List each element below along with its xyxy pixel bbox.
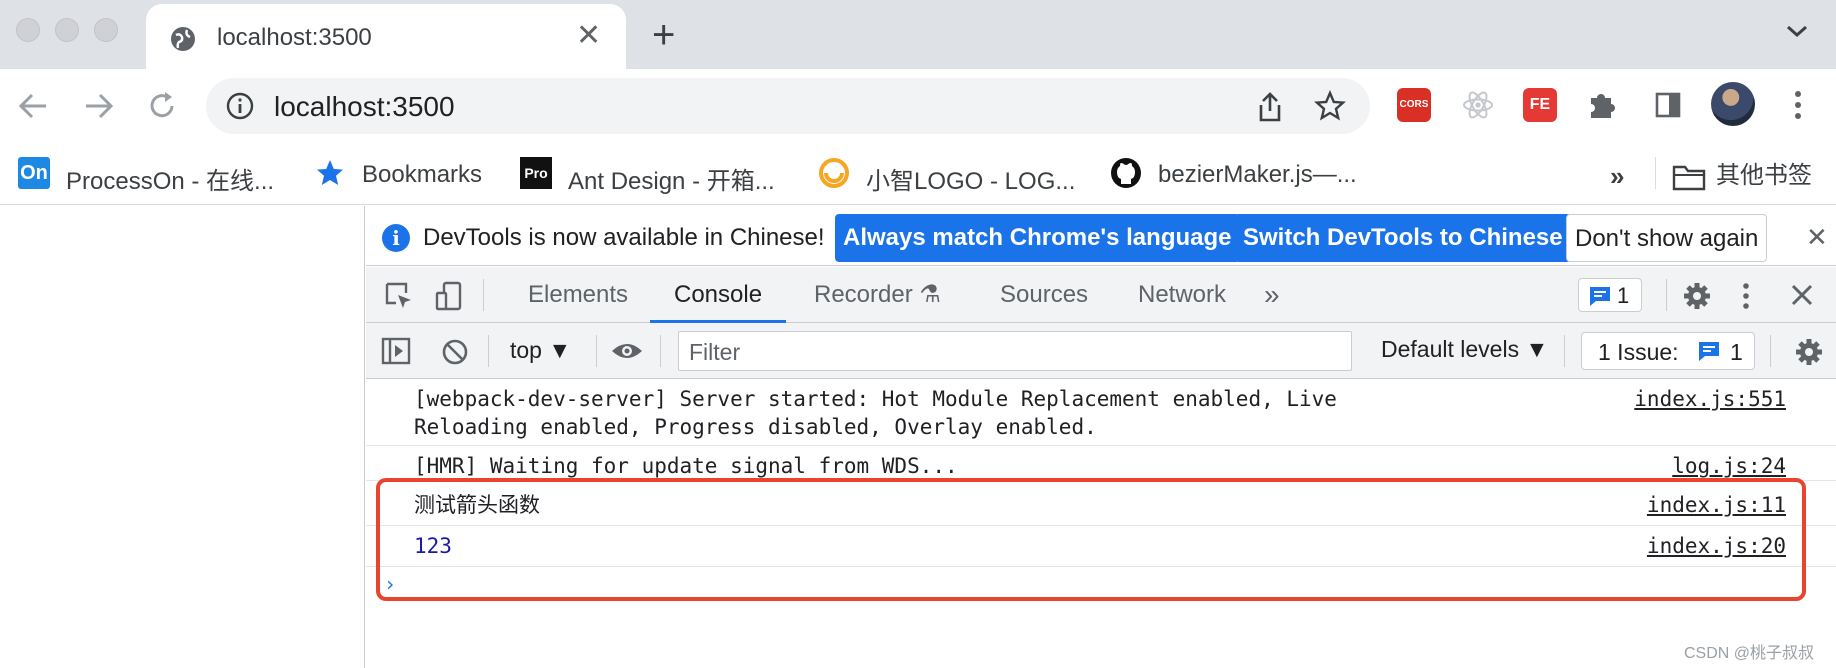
chrome-menu-icon[interactable]	[1792, 89, 1804, 121]
new-tab-button[interactable]: +	[652, 12, 675, 58]
share-icon[interactable]	[1256, 91, 1284, 123]
settings-gear-icon[interactable]	[1682, 281, 1712, 311]
star-icon	[317, 160, 343, 185]
watermark: CSDN @桃子叔叔	[1684, 645, 1815, 662]
fe-helper-icon[interactable]: FE	[1523, 88, 1557, 122]
clear-console-icon[interactable]	[440, 337, 470, 367]
close-window-button[interactable]	[16, 18, 40, 42]
context-selector[interactable]: top ▼	[510, 337, 571, 364]
close-devtools-icon[interactable]	[1788, 281, 1816, 309]
logo-icon	[819, 158, 849, 188]
source-link[interactable]: log.js:24	[1672, 452, 1786, 480]
live-expression-eye-icon[interactable]	[610, 337, 644, 365]
tab-recorder[interactable]: Recorder ⚗	[812, 267, 943, 323]
bookmark-star-icon[interactable]	[1314, 90, 1346, 122]
site-info-icon[interactable]	[226, 92, 254, 120]
language-infobar: i DevTools is now available in Chinese! …	[366, 206, 1836, 266]
other-bookmarks-label: 其他书签	[1716, 162, 1812, 189]
browser-tab[interactable]: localhost:3500 ✕	[146, 4, 626, 69]
pro-icon: Pro	[520, 157, 552, 189]
info-icon: i	[382, 224, 410, 252]
reload-icon[interactable]	[145, 89, 179, 123]
issue-count: 1	[1617, 283, 1630, 308]
tab-sources[interactable]: Sources	[998, 267, 1090, 323]
issues-button[interactable]: 1 Issue: 1	[1581, 332, 1755, 370]
zoom-window-button[interactable]	[94, 18, 118, 42]
react-devtools-icon[interactable]	[1461, 88, 1495, 122]
message-icon	[1590, 287, 1610, 306]
more-bookmarks-button[interactable]: »	[1610, 161, 1624, 192]
message-icon	[1699, 342, 1719, 361]
cors-extension-icon[interactable]: CORS	[1397, 88, 1431, 122]
console-message: [HMR] Waiting for update signal from WDS…	[366, 447, 1836, 481]
bookmarks-bar: On ProcessOn - 在线... Bookmarks Pro Ant D…	[0, 143, 1836, 205]
back-arrow-icon[interactable]	[16, 89, 50, 123]
divider	[1770, 335, 1771, 367]
devtools-tab-bar: Elements Console Recorder ⚗ Sources Netw…	[366, 267, 1836, 323]
source-link[interactable]: index.js:551	[1634, 385, 1786, 413]
device-toolbar-icon[interactable]	[434, 281, 464, 311]
filter-placeholder: Filter	[689, 339, 741, 365]
more-tabs-button[interactable]: »	[1264, 267, 1280, 323]
log-text: [HMR] Waiting for update signal from WDS…	[414, 454, 958, 478]
divider	[660, 335, 661, 367]
browser-toolbar: localhost:3500 CORS FE	[0, 69, 1836, 143]
extensions-puzzle-icon[interactable]	[1585, 88, 1619, 122]
tab-console[interactable]: Console	[672, 267, 764, 323]
switch-to-chinese-button[interactable]: Switch DevTools to Chinese	[1235, 214, 1571, 262]
console-settings-gear-icon[interactable]	[1794, 337, 1824, 367]
globe-icon	[171, 27, 195, 51]
forward-arrow-icon[interactable]	[82, 89, 116, 123]
log-levels-dropdown[interactable]: Default levels ▼	[1381, 336, 1548, 363]
log-text: [webpack-dev-server] Server started: Hot…	[414, 387, 1337, 439]
infobar-message: DevTools is now available in Chinese!	[423, 224, 825, 251]
dont-show-again-button[interactable]: Don't show again	[1566, 214, 1768, 262]
page-content	[0, 206, 365, 668]
tab-network[interactable]: Network	[1136, 267, 1228, 323]
inspect-element-icon[interactable]	[384, 281, 414, 311]
address-bar[interactable]: localhost:3500	[206, 78, 1370, 134]
divider	[1655, 157, 1656, 189]
side-panel-icon[interactable]	[1651, 88, 1685, 122]
divider	[1666, 279, 1667, 311]
tab-title: localhost:3500	[217, 24, 372, 51]
always-match-language-button[interactable]: Always match Chrome's language	[835, 214, 1240, 262]
console-message: [webpack-dev-server] Server started: Hot…	[366, 380, 1836, 446]
divider	[488, 335, 489, 367]
tab-strip: localhost:3500 ✕ +	[0, 0, 1836, 69]
show-sidebar-icon[interactable]	[381, 337, 411, 365]
divider	[1564, 335, 1565, 367]
highlight-annotation	[376, 478, 1806, 601]
profile-avatar[interactable]	[1711, 82, 1755, 126]
url-text[interactable]: localhost:3500	[274, 91, 455, 123]
more-options-icon[interactable]	[1740, 281, 1752, 311]
folder-icon	[1672, 165, 1706, 190]
console-toolbar: top ▼ Filter Default levels ▼ 1 Issue: 1	[366, 323, 1836, 379]
tab-elements[interactable]: Elements	[526, 267, 630, 323]
tab-close-icon[interactable]: ✕	[576, 18, 601, 54]
divider	[483, 279, 484, 311]
filter-input[interactable]: Filter	[678, 331, 1352, 371]
other-bookmarks-folder[interactable]: 其他书签	[1672, 155, 1812, 191]
chevron-down-icon[interactable]	[1784, 20, 1810, 42]
issues-badge-button[interactable]: 1	[1578, 278, 1642, 312]
processon-icon: On	[18, 157, 50, 189]
infobar-close-icon[interactable]: ✕	[1806, 222, 1828, 253]
github-icon	[1111, 158, 1141, 188]
minimize-window-button[interactable]	[55, 18, 79, 42]
divider	[596, 335, 597, 367]
